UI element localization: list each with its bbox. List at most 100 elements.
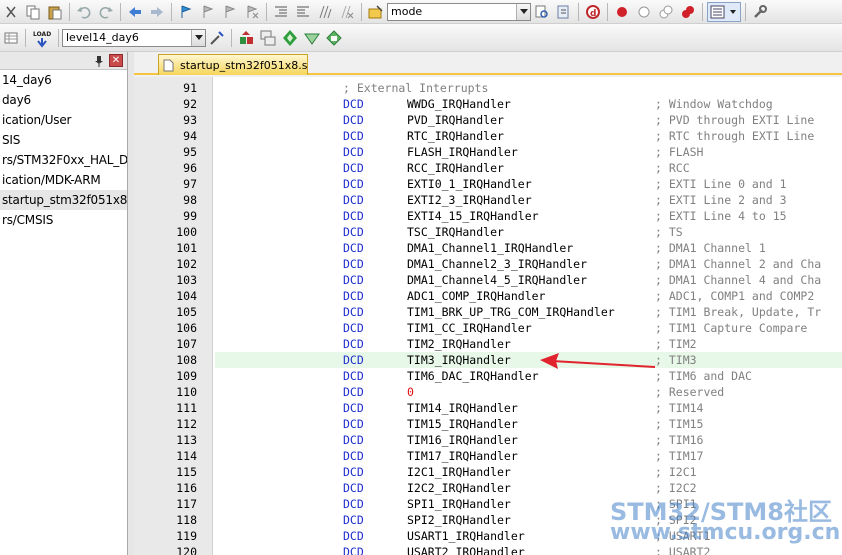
code-symbol: USART1_IRQHandler bbox=[407, 529, 525, 543]
disable-breakpoint-icon[interactable] bbox=[634, 2, 654, 22]
code-line[interactable]: 111 DCD TIM14_IRQHandler ; TIM14 bbox=[134, 400, 842, 416]
code-line[interactable]: 110 DCD 0 ; Reserved bbox=[134, 384, 842, 400]
load-label: LOAD bbox=[33, 31, 51, 38]
code-keyword: DCD bbox=[343, 97, 364, 111]
tree-item[interactable]: ication/MDK-ARM bbox=[0, 170, 127, 190]
code-symbol: FLASH_IRQHandler bbox=[407, 145, 518, 159]
code-line[interactable]: 103 DCD DMA1_Channel4_5_IRQHandler ; DMA1 C… bbox=[134, 272, 842, 288]
code-line[interactable]: 113 DCD TIM16_IRQHandler ; TIM16 bbox=[134, 432, 842, 448]
target-select[interactable]: level14_day6 bbox=[62, 28, 206, 47]
line-number: 108 bbox=[176, 353, 197, 367]
code-line[interactable]: 92 DCD WWDG_IRQHandler ; Window Watchdog bbox=[134, 96, 842, 112]
copy-icon[interactable] bbox=[23, 2, 43, 22]
pin-icon[interactable] bbox=[94, 55, 104, 67]
forward-icon[interactable] bbox=[147, 2, 167, 22]
code-line[interactable]: 97 DCD EXTI0_1_IRQHandler ; EXTI Line 0 and… bbox=[134, 176, 842, 192]
kill-breakpoints-icon[interactable] bbox=[678, 2, 698, 22]
code-comment: ; EXTI Line 4 to 15 bbox=[655, 209, 787, 223]
code-line-highlighted[interactable]: 108 DCD TIM3_IRQHandler ; TIM3 bbox=[134, 352, 842, 368]
code-line[interactable]: 93 DCD PVD_IRQHandler ; PVD through EXTI Li… bbox=[134, 112, 842, 128]
code-line[interactable]: 94 DCD RTC_IRQHandler ; RTC through EXTI Li… bbox=[134, 128, 842, 144]
toolbar-separator bbox=[231, 28, 232, 47]
code-line[interactable]: 109 DCD TIM6_DAC_IRQHandler ; TIM6 and DAC bbox=[134, 368, 842, 384]
cut-icon[interactable] bbox=[1, 2, 21, 22]
code-line[interactable]: 91 ; External Interrupts bbox=[134, 80, 842, 96]
code-text: DCD TIM14_IRQHandler ; TIM14 bbox=[215, 400, 842, 416]
code-line[interactable]: 99 DCD EXTI4_15_IRQHandler ; EXTI Line 4 to… bbox=[134, 208, 842, 224]
paste-icon[interactable] bbox=[45, 2, 65, 22]
grid-icon[interactable] bbox=[1, 28, 21, 48]
chevron-down-icon[interactable] bbox=[516, 3, 530, 20]
code-symbol: USART2_IRQHandler bbox=[407, 545, 525, 555]
code-line[interactable]: 105 DCD TIM1_BRK_UP_TRG_COM_IRQHandler ; TI… bbox=[134, 304, 842, 320]
tree-item[interactable]: rs/CMSIS bbox=[0, 210, 127, 230]
toolbar-separator bbox=[25, 28, 26, 47]
indent-icon[interactable] bbox=[271, 2, 291, 22]
code-line[interactable]: 101 DCD DMA1_Channel1_IRQHandler ; DMA1 Cha… bbox=[134, 240, 842, 256]
comment-icon[interactable] bbox=[315, 2, 335, 22]
code-line[interactable]: 100 DCD TSC_IRQHandler ; TS bbox=[134, 224, 842, 240]
manage-icon[interactable] bbox=[324, 28, 344, 48]
close-icon[interactable]: ✕ bbox=[109, 54, 123, 67]
breakpoint-icon[interactable] bbox=[612, 2, 632, 22]
next-bookmark-icon[interactable] bbox=[220, 2, 240, 22]
code-text: DCD DMA1_Channel4_5_IRQHandler ; DMA1 Chan… bbox=[215, 272, 842, 288]
clear-bookmarks-icon[interactable] bbox=[242, 2, 262, 22]
load-icon[interactable]: LOAD bbox=[30, 28, 54, 48]
code-line[interactable]: 104 DCD ADC1_COMP_IRQHandler ; ADC1, COMP1 … bbox=[134, 288, 842, 304]
code-text: DCD DMA1_Channel1_IRQHandler ; DMA1 Channe… bbox=[215, 240, 842, 256]
build-icon[interactable] bbox=[258, 28, 278, 48]
code-line[interactable]: 115 DCD I2C1_IRQHandler ; I2C1 bbox=[134, 464, 842, 480]
tree-item[interactable]: ication/User bbox=[0, 110, 127, 130]
code-text: DCD PVD_IRQHandler ; PVD through EXTI Line bbox=[215, 112, 842, 128]
configure-icon[interactable] bbox=[750, 2, 770, 22]
code-line[interactable]: 107 DCD TIM2_IRQHandler ; TIM2 bbox=[134, 336, 842, 352]
code-line[interactable]: 98 DCD EXTI2_3_IRQHandler ; EXTI Line 2 and… bbox=[134, 192, 842, 208]
code-line[interactable]: 95 DCD FLASH_IRQHandler ; FLASH bbox=[134, 144, 842, 160]
mode-select[interactable]: mode bbox=[387, 2, 531, 21]
tree-item[interactable]: 14_day6 bbox=[0, 70, 127, 90]
find-icon[interactable] bbox=[532, 2, 552, 22]
prev-bookmark-icon[interactable] bbox=[198, 2, 218, 22]
bookmark-icon[interactable] bbox=[176, 2, 196, 22]
find-in-files-icon[interactable] bbox=[554, 2, 574, 22]
batch-build-icon[interactable] bbox=[302, 28, 322, 48]
project-panel-header: ✕ bbox=[0, 52, 127, 70]
window-icon[interactable] bbox=[707, 1, 741, 22]
options-for-target-icon[interactable] bbox=[207, 28, 227, 48]
code-comment: ; TIM15 bbox=[655, 417, 704, 431]
undo-icon[interactable] bbox=[74, 2, 94, 22]
code-keyword: DCD bbox=[343, 545, 364, 555]
line-number: 100 bbox=[176, 225, 197, 239]
line-number: 114 bbox=[176, 449, 197, 463]
code-text: DCD FLASH_IRQHandler ; FLASH bbox=[215, 144, 842, 160]
toolbar-separator bbox=[745, 2, 746, 21]
code-line[interactable]: 112 DCD TIM15_IRQHandler ; TIM15 bbox=[134, 416, 842, 432]
tree-item-selected[interactable]: startup_stm32f051x8.s bbox=[0, 190, 127, 210]
code-editor[interactable]: 91 ; External Interrupts 92 DCD WWDG_IRQHand… bbox=[134, 77, 842, 555]
file-icon bbox=[163, 59, 174, 72]
translate-icon[interactable] bbox=[236, 28, 256, 48]
code-line[interactable]: 102 DCD DMA1_Channel2_3_IRQHandler ; DMA1 C… bbox=[134, 256, 842, 272]
code-keyword: DCD bbox=[343, 113, 364, 127]
open-file-icon[interactable] bbox=[366, 2, 386, 22]
enable-breakpoints-icon[interactable] bbox=[656, 2, 676, 22]
code-line[interactable]: 96 DCD RCC_IRQHandler ; RCC bbox=[134, 160, 842, 176]
tree-item[interactable]: SIS bbox=[0, 130, 127, 150]
redo-icon[interactable] bbox=[96, 2, 116, 22]
back-icon[interactable] bbox=[125, 2, 145, 22]
rebuild-icon[interactable] bbox=[280, 28, 300, 48]
code-keyword: DCD bbox=[343, 337, 364, 351]
outdent-icon[interactable] bbox=[293, 2, 313, 22]
code-keyword: DCD bbox=[343, 193, 364, 207]
tree-item[interactable]: rs/STM32F0xx_HAL_Driv bbox=[0, 150, 127, 170]
code-line[interactable]: 114 DCD TIM17_IRQHandler ; TIM17 bbox=[134, 448, 842, 464]
code-keyword: DCD bbox=[343, 433, 364, 447]
tab-startup-file[interactable]: startup_stm32f051x8.s bbox=[158, 54, 308, 75]
code-text: DCD TIM16_IRQHandler ; TIM16 bbox=[215, 432, 842, 448]
uncomment-icon[interactable] bbox=[337, 2, 357, 22]
debug-icon[interactable]: d bbox=[583, 2, 603, 22]
tree-item[interactable]: day6 bbox=[0, 90, 127, 110]
chevron-down-icon[interactable] bbox=[191, 29, 205, 46]
code-line[interactable]: 106 DCD TIM1_CC_IRQHandler ; TIM1 Capture C… bbox=[134, 320, 842, 336]
